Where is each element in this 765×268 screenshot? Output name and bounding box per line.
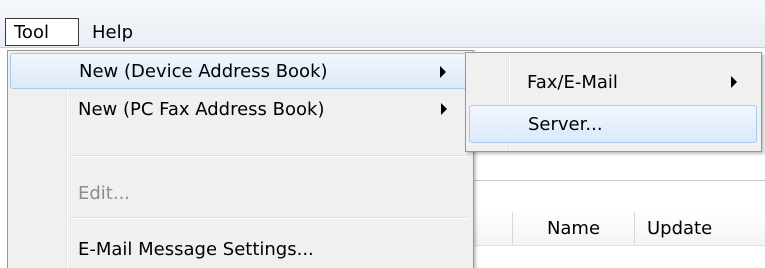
menu-separator [70, 217, 468, 219]
submenu-item-server[interactable]: Server... [469, 105, 757, 143]
submenu-item-label: Server... [528, 113, 603, 135]
submenu-item-fax-email[interactable]: Fax/E-Mail [469, 63, 757, 101]
menu-item-new-device-address-book[interactable]: New (Device Address Book) [10, 53, 471, 89]
column-header-name[interactable]: Name [512, 212, 634, 246]
submenu-arrow-icon [441, 103, 447, 115]
menu-item-label: E-Mail Message Settings... [78, 238, 314, 260]
menu-item-label: New (PC Fax Address Book) [78, 98, 325, 120]
tool-menu-dropdown: New (Device Address Book) New (PC Fax Ad… [7, 50, 474, 268]
column-header-blank[interactable] [470, 212, 512, 246]
new-device-address-book-submenu: Fax/E-Mail Server... [465, 52, 762, 152]
panel-divider [470, 180, 765, 181]
menu-tool[interactable]: Tool [5, 18, 79, 46]
column-header-update[interactable]: Update [634, 212, 765, 246]
submenu-item-label: Fax/E-Mail [527, 71, 618, 93]
menu-item-new-pc-fax-address-book[interactable]: New (PC Fax Address Book) [10, 91, 471, 127]
menu-item-label: New (Device Address Book) [79, 60, 328, 82]
app-window: Tool Help Name Update New (Device Addres… [0, 0, 765, 268]
menu-item-edit[interactable]: Edit... [10, 175, 471, 211]
submenu-arrow-icon [440, 66, 446, 78]
submenu-arrow-icon [731, 76, 737, 88]
menu-item-label: Edit... [78, 182, 131, 204]
menu-item-email-message-settings[interactable]: E-Mail Message Settings... [10, 231, 471, 267]
menu-bar: Tool Help [0, 0, 765, 48]
menu-help[interactable]: Help [84, 18, 141, 46]
menu-separator [70, 155, 468, 157]
